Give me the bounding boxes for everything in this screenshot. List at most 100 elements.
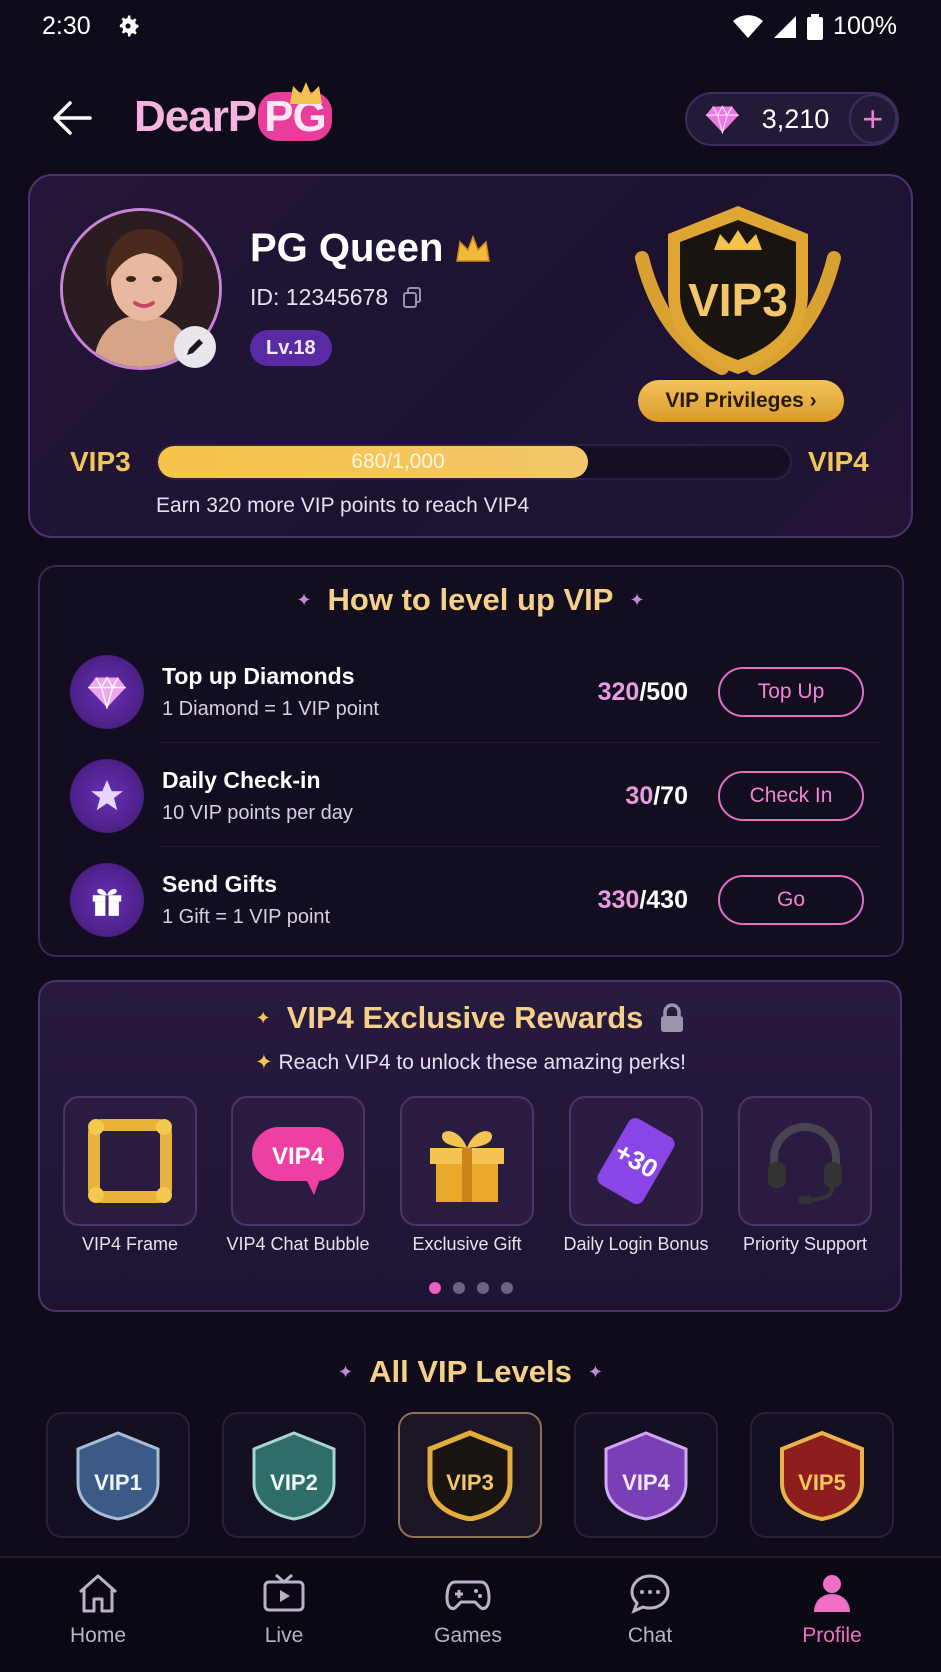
gift-icon (70, 863, 144, 937)
nav-label: Home (69, 1624, 127, 1647)
task-progress-total: /70 (653, 781, 688, 810)
pencil-icon (187, 339, 203, 355)
page-dot[interactable] (500, 1282, 513, 1294)
battery-percent: 100% (833, 12, 897, 40)
battery-icon (807, 13, 824, 40)
vip-level-card-vip4[interactable]: VIP4 (574, 1412, 718, 1538)
vip-level-card-vip2[interactable]: VIP2 (222, 1412, 366, 1538)
task-title: Top up Diamonds (162, 663, 355, 689)
lock-icon (661, 1003, 684, 1032)
status-bar: 2:30 100% (0, 0, 941, 56)
page-dot[interactable] (428, 1282, 441, 1294)
reward-label: Priority Support (742, 1234, 868, 1254)
nav-games[interactable]: Games (398, 1572, 538, 1662)
reward-login-bonus[interactable]: +30 (569, 1096, 703, 1226)
page-dot[interactable] (476, 1282, 489, 1294)
task-progress: 320/500 (562, 678, 688, 707)
vip4-shield-icon: VIP4 (604, 1431, 688, 1521)
vip-progress-text: 680/1,000 (351, 450, 445, 473)
level-badge: Lv.18 (250, 330, 332, 366)
vip-level-label: VIP5 (798, 1470, 846, 1495)
sparkle-left-icon: ✦ (296, 589, 312, 610)
wifi-icon (733, 14, 764, 38)
chat-bubble-text: VIP4 (272, 1143, 325, 1170)
edit-avatar-button[interactable] (174, 326, 216, 368)
next-vip-label: VIP4 (808, 446, 869, 477)
vip-level-card-vip1[interactable]: VIP1 (46, 1412, 190, 1538)
go-button[interactable]: Go (718, 875, 864, 925)
task-row-gifts: Send Gifts 1 Gift = 1 VIP point 330/430 … (70, 854, 882, 946)
vip-shield-text: VIP3 (688, 274, 788, 326)
diamond-wallet[interactable]: 3,210 + (685, 92, 899, 146)
profile-id: ID: 12345678 (250, 284, 389, 310)
gift-box-icon (430, 1131, 504, 1202)
settings-gear-icon (119, 15, 139, 37)
task-progress-done: 30 (625, 781, 654, 810)
task-progress: 30/70 (562, 782, 688, 811)
nav-profile[interactable]: Profile (762, 1572, 902, 1662)
page-dot[interactable] (452, 1282, 465, 1294)
profile-name: PG Queen (250, 226, 444, 270)
sparkle-icon: ✦ (255, 1007, 271, 1028)
current-vip-label: VIP3 (70, 446, 131, 477)
all-levels-title-row: ✦ All VIP Levels ✦ (0, 1354, 941, 1390)
task-progress-total: /500 (639, 677, 688, 706)
reward-gift[interactable] (400, 1096, 534, 1226)
add-diamonds-button[interactable]: + (848, 94, 897, 144)
chat-icon (630, 1574, 670, 1614)
crown-icon (456, 234, 491, 262)
profile-name-row: PG Queen (250, 226, 491, 271)
back-arrow-icon[interactable] (50, 96, 94, 140)
reward-chat-bubble[interactable]: VIP4 (231, 1096, 365, 1226)
headset-icon (768, 1123, 842, 1204)
gamepad-icon (445, 1580, 491, 1610)
logo-text: DearP (134, 92, 257, 141)
vip3-shield-icon: VIP3 (427, 1430, 513, 1521)
vip-level-card-vip3[interactable]: VIP3 (398, 1412, 542, 1538)
profile-id-row: ID: 12345678 (250, 284, 422, 311)
level-up-title-row: ✦ How to level up VIP ✦ (0, 582, 941, 618)
nav-home[interactable]: Home (28, 1572, 168, 1662)
check-in-button[interactable]: Check In (718, 771, 864, 821)
task-progress-total: /430 (639, 885, 688, 914)
level-up-title: How to level up VIP (327, 582, 614, 617)
reward-label: Daily Login Bonus (563, 1234, 709, 1254)
vip2-shield-icon: VIP2 (252, 1431, 336, 1521)
reward-label: VIP4 Frame (81, 1234, 179, 1254)
diamond-icon (705, 105, 739, 134)
nav-label: Live (264, 1624, 304, 1647)
sparkle-left-icon: ✦ (338, 1361, 354, 1382)
earn-more-text: Earn 320 more VIP points to reach VIP4 (156, 494, 530, 517)
copy-icon[interactable] (402, 286, 422, 309)
task-row-checkin: Daily Check-in 10 VIP points per day 30/… (70, 750, 882, 842)
status-time: 2:30 (42, 12, 91, 40)
frame-icon (88, 1119, 172, 1203)
reward-frame[interactable] (63, 1096, 197, 1226)
tv-icon (263, 1573, 305, 1612)
vip-privileges-button[interactable]: VIP Privileges › (638, 380, 844, 422)
status-right: 100% (733, 12, 897, 41)
vip-level-card-vip5[interactable]: VIP5 (750, 1412, 894, 1538)
vip5-shield-icon: VIP5 (780, 1430, 864, 1521)
profile-icon (814, 1575, 850, 1612)
bonus-card-icon: +30 (597, 1118, 675, 1204)
nav-chat[interactable]: Chat (580, 1572, 720, 1662)
top-up-button[interactable]: Top Up (718, 667, 864, 717)
all-levels-title: All VIP Levels (369, 1354, 572, 1389)
nav-label: Profile (802, 1624, 862, 1647)
reward-label: Exclusive Gift (412, 1234, 522, 1254)
app-logo: DearP PG (134, 82, 334, 150)
vip-level-label: VIP2 (270, 1470, 318, 1495)
reward-priority-support[interactable] (738, 1096, 872, 1226)
nav-live[interactable]: Live (214, 1572, 354, 1662)
task-title: Send Gifts (162, 871, 278, 897)
task-subtitle: 10 VIP points per day (162, 802, 353, 824)
home-icon (79, 1574, 117, 1613)
vip-level-label: VIP1 (94, 1470, 142, 1495)
vip-level-label: VIP3 (446, 1470, 494, 1495)
rewards-subtitle-row: ✦ Reach VIP4 to unlock these amazing per… (0, 1050, 941, 1075)
task-row-topup: Top up Diamonds 1 Diamond = 1 VIP point … (70, 646, 882, 738)
diamond-balance: 3,210 (761, 103, 830, 134)
rewards-title-row: ✦ VIP4 Exclusive Rewards (0, 1000, 941, 1036)
rewards-pagination (0, 1282, 941, 1294)
